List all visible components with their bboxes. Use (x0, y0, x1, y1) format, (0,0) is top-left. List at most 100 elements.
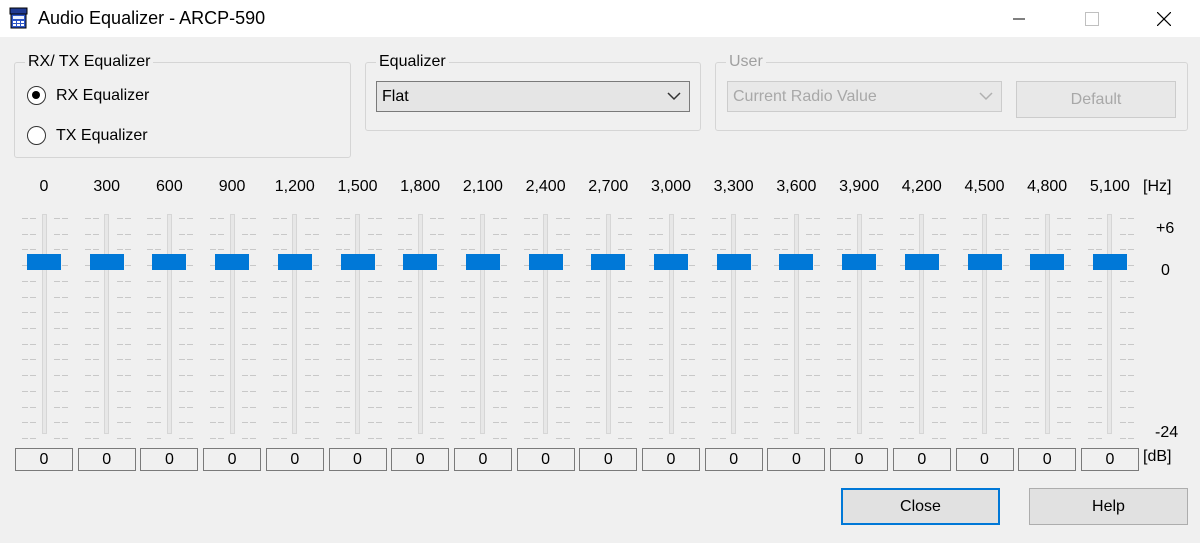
band-slider-thumb[interactable] (340, 254, 375, 270)
slider-tick (218, 406, 225, 408)
slider-tick (62, 390, 68, 392)
slider-tick (1087, 328, 1094, 329)
band-slider-track[interactable] (543, 214, 549, 434)
band-slider-thumb[interactable] (277, 254, 312, 270)
band-slider-track[interactable] (292, 214, 298, 434)
slider-tick (939, 249, 946, 251)
band-slider-track[interactable] (1107, 214, 1113, 434)
band-frequency-label: 1,500 (337, 178, 378, 195)
slider-tick (907, 280, 914, 282)
title-bar[interactable]: Audio Equalizer - ARCP-590 (0, 0, 1200, 37)
band-slider-track[interactable] (668, 214, 674, 434)
close-window-button[interactable] (1141, 0, 1187, 37)
band-slider-track[interactable] (793, 214, 799, 434)
slider-tick (272, 312, 279, 314)
band-slider-track[interactable] (731, 214, 737, 434)
slider-tick (774, 328, 781, 329)
band-slider-thumb[interactable] (1092, 254, 1127, 270)
band-slider-thumb[interactable] (152, 254, 187, 270)
slider-tick (375, 280, 382, 282)
slider-tick (782, 422, 789, 424)
slider-tick (523, 233, 530, 235)
slider-tick (335, 343, 342, 345)
slider-tick (774, 312, 781, 314)
slider-tick (179, 406, 186, 408)
rx-equalizer-radio[interactable]: RX Equalizer (27, 86, 149, 105)
default-button[interactable]: Default (1016, 81, 1176, 118)
slider-tick (335, 233, 342, 235)
slider-tick (751, 296, 758, 298)
band-slider-thumb[interactable] (779, 254, 814, 270)
band-slider-track[interactable] (41, 214, 47, 434)
slider-tick (250, 265, 257, 267)
slider-tick (30, 406, 36, 408)
band-slider-thumb[interactable] (528, 254, 563, 270)
band-slider-track[interactable] (166, 214, 172, 434)
slider-tick (147, 328, 154, 329)
user-preset-select[interactable]: Current Radio Value (727, 81, 1002, 112)
band-slider-thumb[interactable] (842, 254, 877, 270)
band-slider-thumb[interactable] (967, 254, 1002, 270)
slider-tick (586, 422, 593, 424)
band-slider-track[interactable] (417, 214, 423, 434)
slider-tick (907, 438, 914, 439)
slider-tick (312, 359, 319, 361)
slider-tick (649, 249, 655, 251)
band-slider-thumb[interactable] (89, 254, 124, 270)
band-slider-thumb[interactable] (591, 254, 626, 270)
help-button[interactable]: Help (1029, 488, 1188, 525)
slider-tick (1002, 343, 1009, 345)
slider-tick (1087, 249, 1094, 251)
slider-tick (210, 218, 217, 219)
slider-tick (681, 296, 687, 298)
band-slider-thumb[interactable] (904, 254, 939, 270)
band-slider-thumb[interactable] (215, 254, 250, 270)
slider-tick (1095, 422, 1102, 424)
band-slider-thumb[interactable] (654, 254, 688, 270)
close-button[interactable]: Close (841, 488, 1000, 525)
slider-tick (970, 280, 977, 282)
tx-equalizer-radio[interactable]: TX Equalizer (27, 126, 148, 145)
band-slider-track[interactable] (480, 214, 486, 434)
slider-tick (907, 390, 914, 392)
band-slider-track[interactable] (104, 214, 110, 434)
slider-tick (689, 343, 695, 345)
band-slider-track[interactable] (1044, 214, 1050, 434)
equalizer-preset-select[interactable]: Flat (376, 81, 690, 112)
slider-tick (657, 359, 663, 361)
band-slider-thumb[interactable] (716, 254, 751, 270)
slider-tick (994, 359, 1001, 361)
slider-tick (806, 233, 813, 235)
band-slider-track[interactable] (856, 214, 862, 434)
maximize-button[interactable] (1069, 0, 1115, 37)
slider-tick (626, 422, 633, 424)
slider-tick (657, 280, 663, 282)
slider-tick (657, 375, 663, 377)
band-slider-track[interactable] (919, 214, 925, 434)
band-slider-track[interactable] (229, 214, 235, 434)
band-slider-thumb[interactable] (1030, 254, 1065, 270)
slider-tick (116, 406, 123, 408)
band-slider-thumb[interactable] (403, 254, 438, 270)
slider-tick (250, 328, 257, 329)
slider-tick (492, 375, 499, 377)
slider-tick (1025, 343, 1032, 345)
slider-tick (555, 312, 562, 314)
band-slider-thumb[interactable] (465, 254, 500, 270)
slider-tick (689, 422, 695, 424)
band-slider-track[interactable] (982, 214, 987, 434)
minimize-button[interactable] (996, 0, 1042, 37)
band-slider-track[interactable] (355, 214, 360, 434)
band-gain-value: 0 (1018, 448, 1077, 471)
band-slider-thumb[interactable] (27, 254, 61, 270)
slider-tick (1095, 328, 1102, 329)
slider-tick (618, 280, 625, 282)
slider-tick (970, 296, 977, 298)
slider-tick (806, 218, 813, 219)
slider-tick (907, 328, 914, 329)
band-frequency-label: 5,100 (1089, 178, 1130, 195)
slider-tick (116, 218, 123, 219)
band-slider-track[interactable] (605, 214, 611, 434)
slider-tick (1087, 406, 1094, 408)
slider-tick (1127, 343, 1134, 345)
